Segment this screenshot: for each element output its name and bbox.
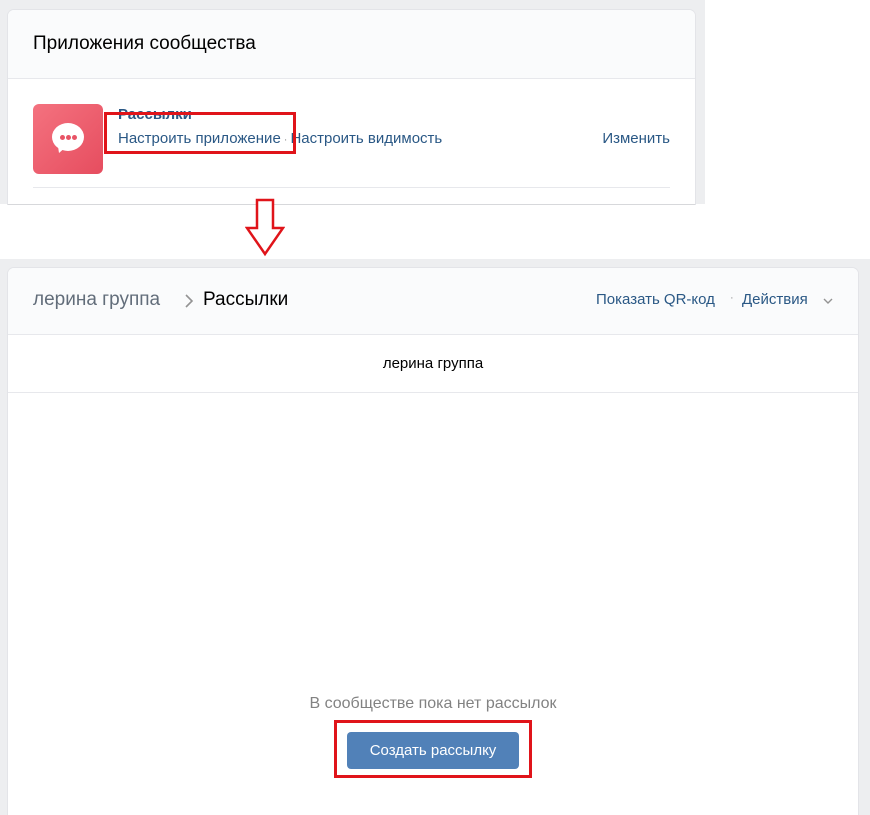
- breadcrumb-current: Рассылки: [203, 289, 289, 310]
- change-link[interactable]: Изменить: [602, 130, 670, 147]
- breadcrumb-group-link[interactable]: лерина группа: [33, 289, 160, 311]
- community-apps-card: Приложения сообщества Рассылки Настроить…: [8, 10, 695, 204]
- actions-dropdown[interactable]: Действия: [742, 291, 808, 308]
- show-qr-code-link[interactable]: Показать QR-код: [596, 291, 715, 308]
- chat-bubble-icon[interactable]: [33, 104, 103, 174]
- configure-visibility-link[interactable]: Настроить видимость: [290, 130, 442, 147]
- down-arrow-icon: [245, 198, 285, 257]
- group-name-title: лерина группа: [382, 355, 484, 372]
- empty-state-text: В сообществе пока нет рассылок: [309, 695, 557, 712]
- group-subheader: лерина группа: [8, 335, 858, 393]
- card-title: Приложения сообщества: [33, 33, 256, 54]
- header-separator: ·: [730, 292, 734, 304]
- chevron-right-icon: [185, 294, 194, 308]
- card-header: Приложения сообщества: [8, 10, 695, 79]
- mailings-header: лерина группа Рассылки Показать QR-код ·…: [8, 268, 858, 335]
- row-divider: [33, 187, 670, 188]
- create-button-highlight: [334, 720, 532, 778]
- chevron-down-icon[interactable]: [823, 298, 833, 304]
- configure-app-highlight: [104, 112, 296, 154]
